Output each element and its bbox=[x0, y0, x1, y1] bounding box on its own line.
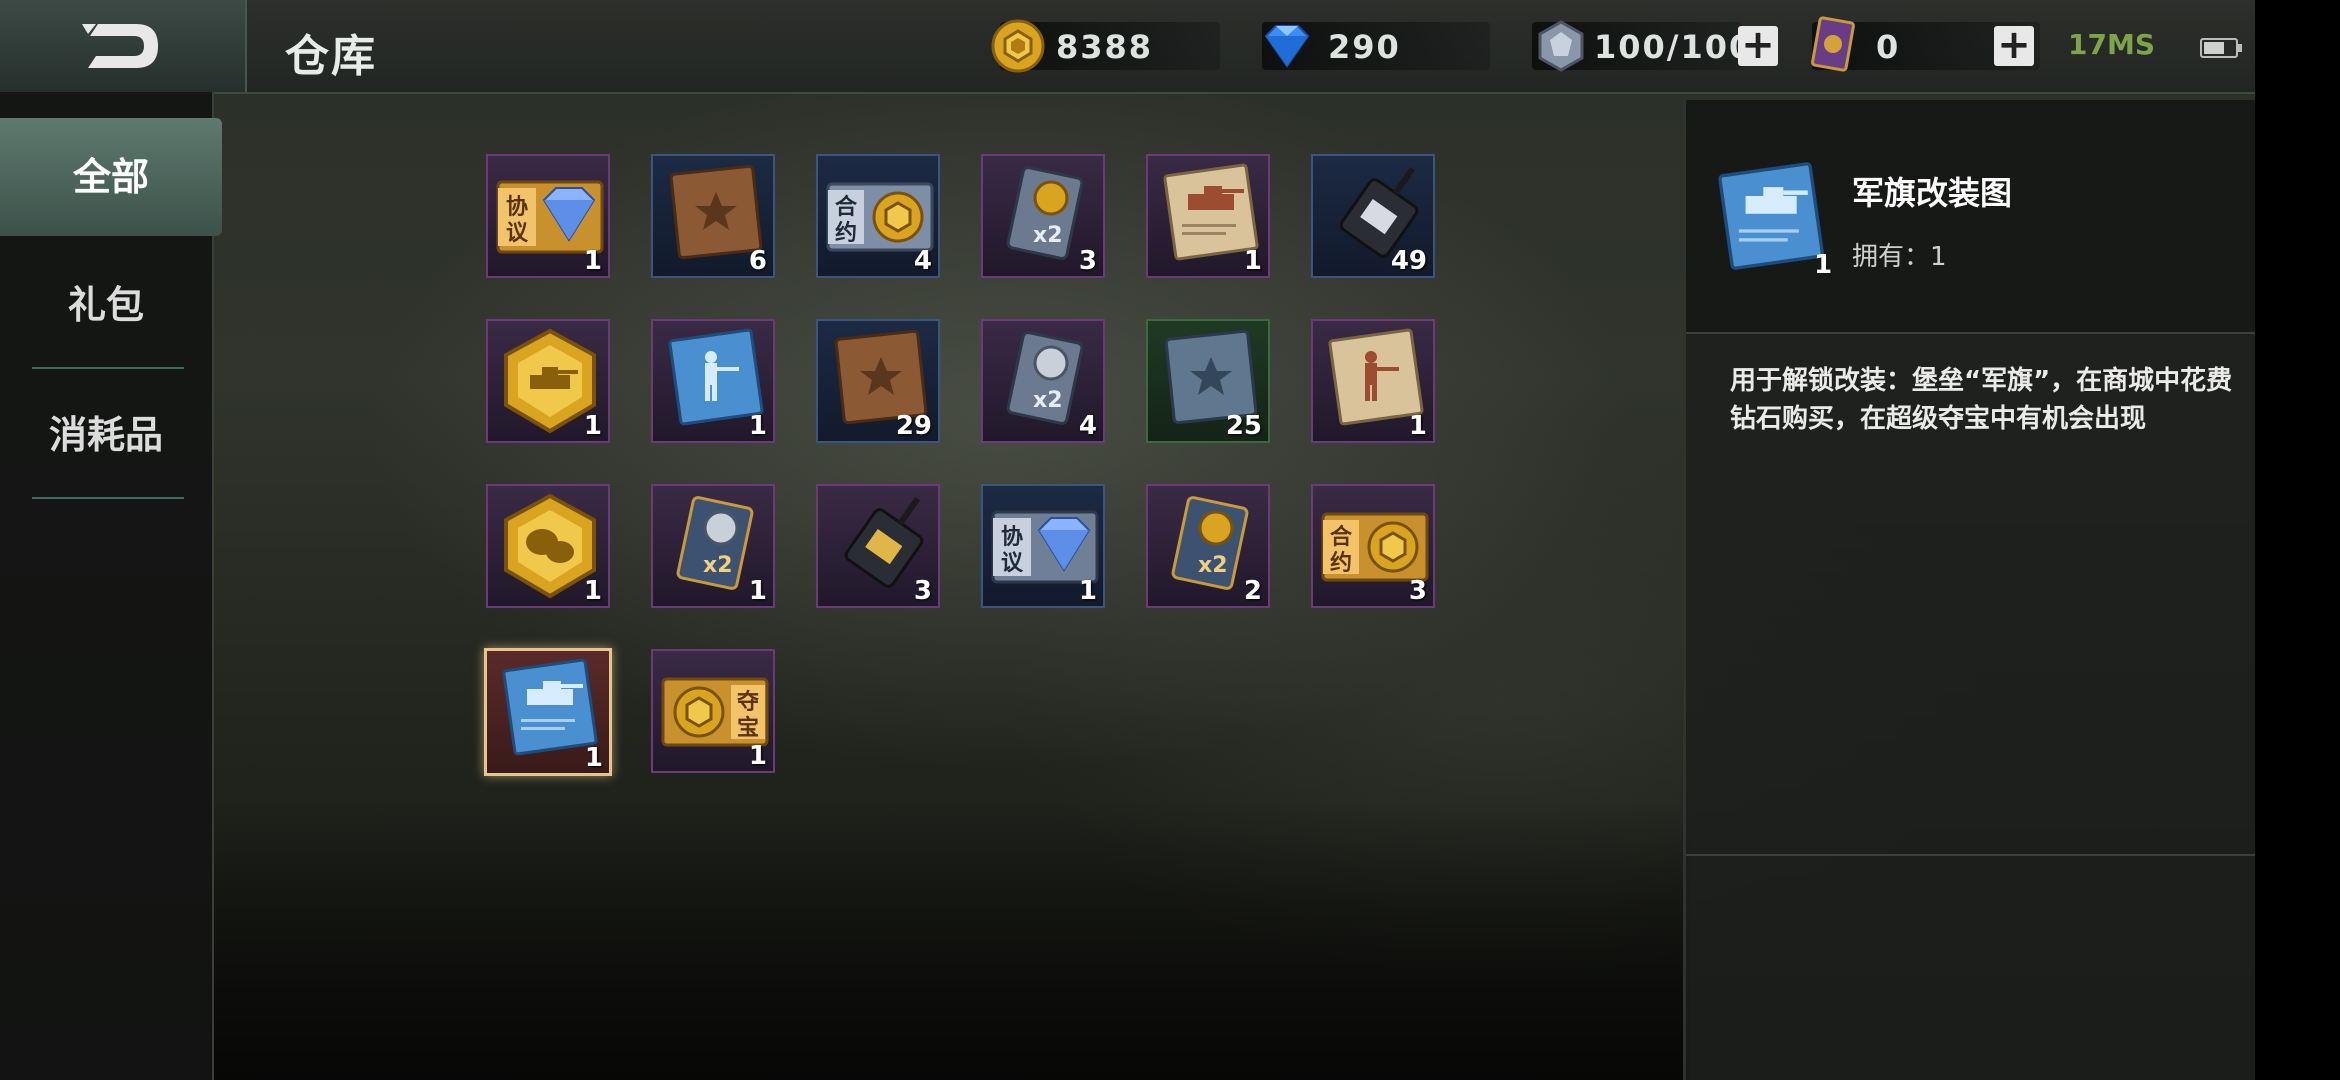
item-count: 3 bbox=[1408, 576, 1427, 606]
svg-text:x2: x2 bbox=[703, 553, 733, 578]
detail-description: 用于解锁改装：堡垒“军旗”，在商城中花费钻石购买，在超级夺宝中有机会出现 bbox=[1730, 366, 2233, 434]
card-value: 0 bbox=[1876, 28, 1901, 66]
tab-consumables[interactable]: 消耗品 bbox=[0, 376, 212, 494]
item-count: 1 bbox=[583, 576, 602, 606]
screen-edge bbox=[2255, 0, 2340, 1080]
add-stamina-button[interactable]: + bbox=[1738, 25, 1778, 66]
inventory-item[interactable]: 3 bbox=[816, 484, 940, 608]
inventory-item[interactable]: 1 bbox=[486, 319, 610, 443]
item-count: 1 bbox=[584, 743, 603, 773]
svg-text:夺: 夺 bbox=[736, 690, 760, 715]
battery-icon bbox=[2200, 38, 2242, 58]
item-count: 1 bbox=[748, 576, 767, 606]
inventory-item[interactable]: 6 bbox=[651, 154, 775, 278]
svg-text:议: 议 bbox=[506, 221, 529, 246]
card-counter: 0 + bbox=[1811, 16, 2040, 72]
inventory-item[interactable]: 合 约 4 bbox=[816, 154, 940, 278]
item-count: 1 bbox=[583, 246, 602, 276]
item-count: 3 bbox=[913, 576, 932, 606]
svg-text:x2: x2 bbox=[1033, 223, 1063, 248]
top-bar: 仓库 8388 290 100/100 + 0 + 17MS bbox=[0, 0, 2255, 94]
diamond-icon bbox=[1264, 25, 1310, 68]
inventory-item[interactable]: 夺 宝 1 bbox=[651, 649, 775, 773]
inventory-item[interactable]: x2 1 bbox=[651, 484, 775, 608]
back-button[interactable] bbox=[0, 0, 247, 92]
inventory-item[interactable]: 29 bbox=[816, 319, 940, 443]
tank-blueprint-blue-icon bbox=[1718, 162, 1824, 270]
category-sidebar: 全部 礼包 消耗品 bbox=[0, 92, 222, 1080]
item-count: 1 bbox=[1078, 576, 1097, 606]
detail-item-name: 军旗改装图 bbox=[1852, 174, 2013, 212]
svg-text:x2: x2 bbox=[1033, 388, 1063, 413]
svg-text:合: 合 bbox=[1330, 524, 1353, 550]
detail-header: 1 军旗改装图 拥有：1 bbox=[1686, 100, 2258, 334]
svg-text:宝: 宝 bbox=[737, 715, 759, 741]
purple-card-icon bbox=[1811, 16, 1855, 72]
inventory-item[interactable]: 协 议 1 bbox=[486, 154, 610, 278]
inventory-item[interactable]: 1 bbox=[1146, 154, 1270, 278]
gold-coin-icon bbox=[991, 19, 1045, 73]
tab-divider bbox=[32, 367, 184, 369]
inventory-item[interactable]: x2 4 bbox=[981, 319, 1105, 443]
gold-value: 8388 bbox=[1056, 28, 1154, 66]
tank-blueprint-blue-icon bbox=[502, 658, 598, 756]
svg-text:约: 约 bbox=[835, 220, 857, 246]
svg-text:约: 约 bbox=[1330, 550, 1352, 576]
detail-divider bbox=[1686, 854, 2258, 856]
inventory-item[interactable]: x2 2 bbox=[1146, 484, 1270, 608]
tab-all[interactable]: 全部 bbox=[0, 118, 222, 236]
item-count: 6 bbox=[748, 246, 767, 276]
item-count: 1 bbox=[748, 411, 767, 441]
item-detail-panel: 1 军旗改装图 拥有：1 用于解锁改装：堡垒“军旗”，在商城中花费钻石购买，在超… bbox=[1683, 100, 2258, 1080]
item-count: 2 bbox=[1243, 576, 1262, 606]
stamina-counter: 100/100 + bbox=[1532, 20, 1778, 72]
svg-text:议: 议 bbox=[1001, 551, 1024, 576]
inventory-item-selected[interactable]: 1 bbox=[484, 648, 612, 776]
item-count: 49 bbox=[1390, 246, 1427, 276]
item-count: 1 bbox=[583, 411, 602, 441]
crystal-icon bbox=[1538, 20, 1584, 72]
diamond-value: 290 bbox=[1328, 28, 1401, 66]
item-count: 1 bbox=[1408, 411, 1427, 441]
inventory-item[interactable]: 合 约 3 bbox=[1311, 484, 1435, 608]
tab-divider bbox=[32, 497, 184, 499]
svg-text:协: 协 bbox=[1001, 525, 1023, 550]
detail-item-count: 1 bbox=[1814, 250, 1833, 280]
gold-counter: 8388 bbox=[991, 19, 1220, 73]
inventory-item[interactable]: 25 bbox=[1146, 319, 1270, 443]
inventory-item[interactable]: 49 bbox=[1311, 154, 1435, 278]
detail-owned-count: 拥有：1 bbox=[1852, 242, 1947, 272]
stamina-value: 100/100 bbox=[1594, 28, 1754, 66]
svg-text:协: 协 bbox=[506, 195, 528, 220]
inventory-item[interactable]: 1 bbox=[1311, 319, 1435, 443]
ground-shadow bbox=[210, 800, 1690, 1080]
page-title: 仓库 bbox=[285, 31, 377, 82]
ping-indicator: 17MS bbox=[2068, 28, 2155, 61]
back-arrow-icon bbox=[82, 24, 158, 68]
item-count: 25 bbox=[1225, 411, 1262, 441]
svg-text:合: 合 bbox=[835, 194, 858, 220]
add-card-button[interactable]: + bbox=[1994, 25, 2034, 66]
item-count: 1 bbox=[748, 741, 767, 771]
item-count: 4 bbox=[913, 246, 932, 276]
inventory-item[interactable]: 1 bbox=[486, 484, 610, 608]
inventory-item[interactable]: 1 bbox=[651, 319, 775, 443]
inventory-item[interactable]: x2 3 bbox=[981, 154, 1105, 278]
item-count: 1 bbox=[1243, 246, 1262, 276]
inventory-item[interactable]: 协 议 1 bbox=[981, 484, 1105, 608]
diamond-counter: 290 bbox=[1262, 22, 1490, 70]
item-count: 3 bbox=[1078, 246, 1097, 276]
item-count: 4 bbox=[1078, 411, 1097, 441]
tab-gift-packs[interactable]: 礼包 bbox=[0, 246, 212, 364]
item-count: 29 bbox=[895, 411, 932, 441]
svg-text:x2: x2 bbox=[1198, 553, 1228, 578]
